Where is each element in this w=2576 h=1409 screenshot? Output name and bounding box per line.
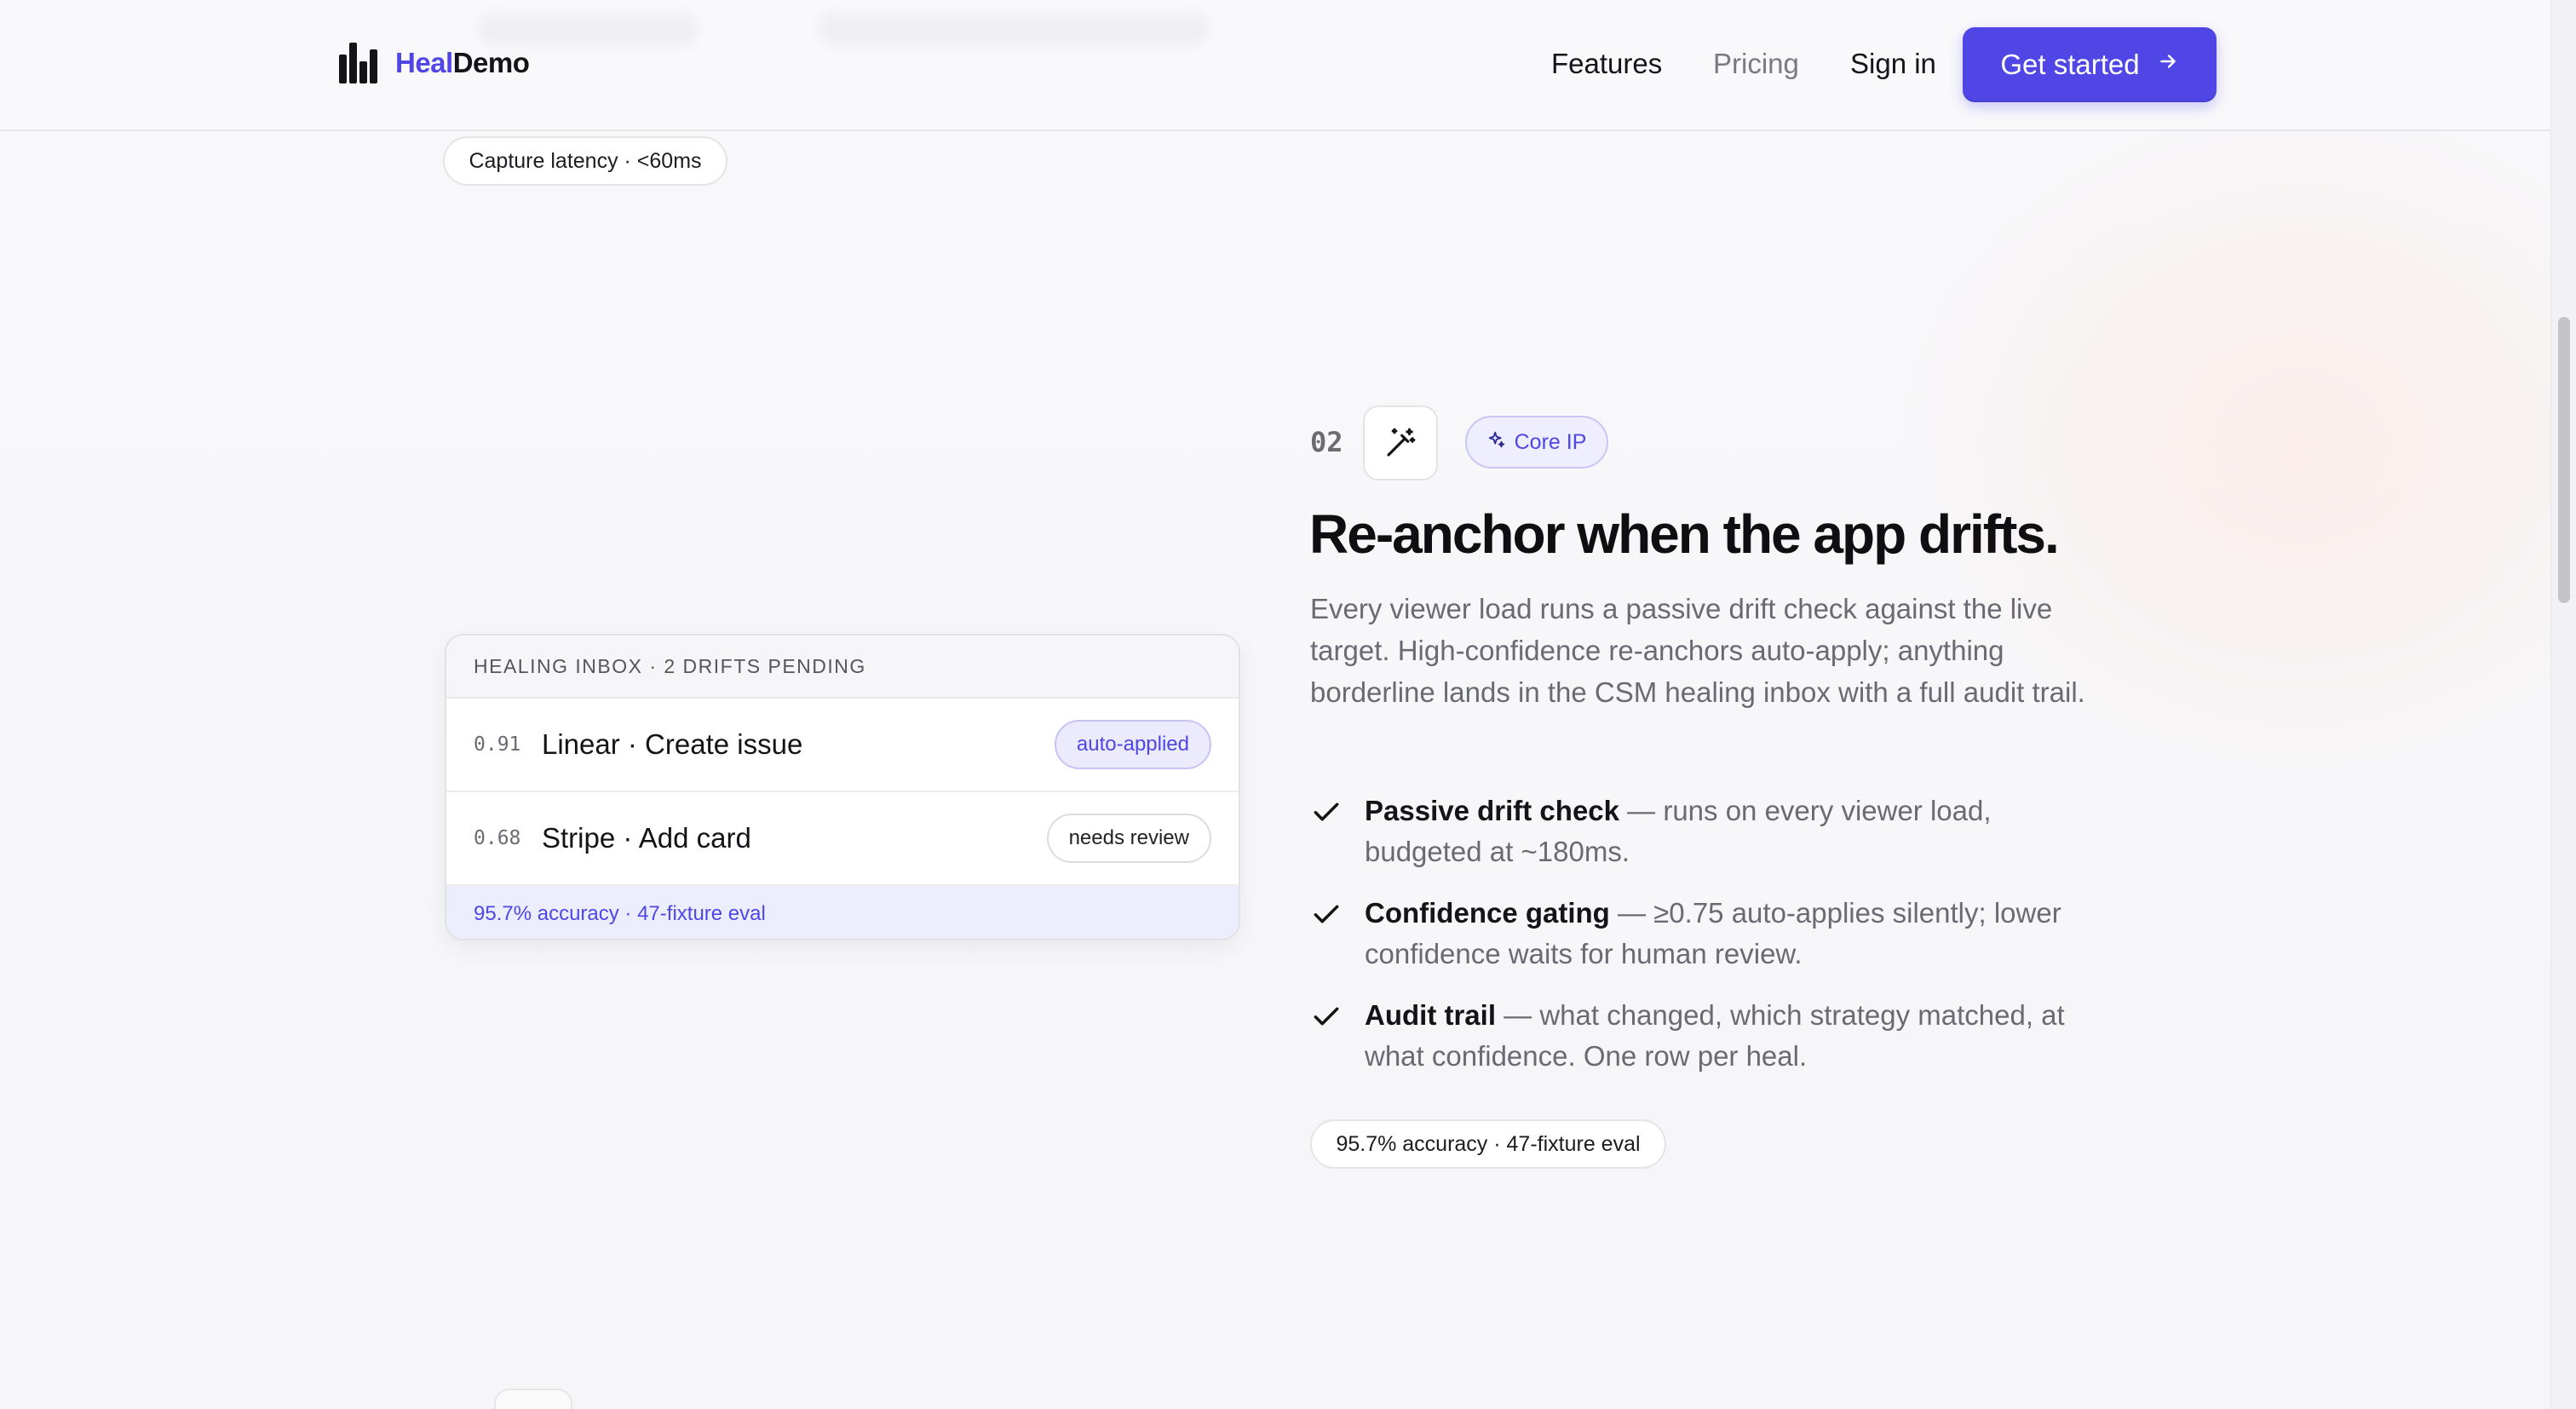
brand-name: HealDemo xyxy=(395,47,530,79)
capture-latency-chip: Capture latency · <60ms xyxy=(443,136,727,186)
feature-title: Audit trail xyxy=(1365,999,1496,1031)
step-number: 02 xyxy=(1310,426,1343,458)
healing-inbox-card: HEALING INBOX · 2 DRIFTS PENDING 0.91 Li… xyxy=(445,634,1240,940)
status-badge: auto-applied xyxy=(1054,720,1211,769)
get-started-label: Get started xyxy=(2000,49,2140,80)
drift-label: Linear · Create issue xyxy=(542,728,803,760)
brand-logo[interactable]: HealDemo xyxy=(339,43,530,83)
brand-name-part2: Demo xyxy=(452,47,530,78)
scrolled-content-ghost xyxy=(818,12,1210,46)
page-scrollbar[interactable] xyxy=(2550,0,2576,1409)
accuracy-chip: 95.7% accuracy · 47-fixture eval xyxy=(1310,1119,1666,1169)
nav-pricing-link[interactable]: Pricing xyxy=(1713,48,1799,80)
section-description: Every viewer load runs a passive drift c… xyxy=(1310,593,2085,708)
logo-bars-icon xyxy=(339,43,378,83)
inbox-row[interactable]: 0.68 Stripe · Add card needs review xyxy=(446,792,1239,886)
inbox-row[interactable]: 0.91 Linear · Create issue auto-applied xyxy=(446,699,1239,792)
feature-item: Passive drift check — runs on every view… xyxy=(1310,791,2111,872)
arrow-right-icon xyxy=(2157,50,2179,79)
feature-item: Confidence gating — ≥0.75 auto-applies s… xyxy=(1310,893,2111,975)
check-icon xyxy=(1310,791,1365,872)
section-title: Re-anchor when the app drifts. xyxy=(1309,503,2060,565)
drift-label: Stripe · Add card xyxy=(542,822,751,854)
core-ip-badge: Core IP xyxy=(1465,416,1608,469)
feature-title: Passive drift check xyxy=(1365,795,1619,826)
magic-wand-icon xyxy=(1363,405,1438,480)
sign-in-link[interactable]: Sign in xyxy=(1850,48,1936,80)
sparkle-icon xyxy=(1487,430,1506,454)
status-badge: needs review xyxy=(1046,814,1211,863)
inbox-footer: 95.7% accuracy · 47-fixture eval xyxy=(446,886,1239,939)
confidence-score: 0.91 xyxy=(474,733,521,756)
core-ip-label: Core IP xyxy=(1514,429,1587,454)
next-section-icon-box xyxy=(494,1389,572,1409)
get-started-button[interactable]: Get started xyxy=(1963,27,2217,102)
top-navigation: HealDemo Features Pricing Sign in Get st… xyxy=(0,0,2550,131)
brand-name-part1: Heal xyxy=(395,47,453,78)
confidence-score: 0.68 xyxy=(474,827,521,849)
scrollbar-thumb[interactable] xyxy=(2558,317,2570,603)
inbox-header: HEALING INBOX · 2 DRIFTS PENDING xyxy=(446,635,1239,699)
nav-features-link[interactable]: Features xyxy=(1551,48,1662,80)
check-icon xyxy=(1310,995,1365,1077)
feature-item: Audit trail — what changed, which strate… xyxy=(1310,995,2111,1077)
check-icon xyxy=(1310,893,1365,975)
page-background xyxy=(0,0,2576,1409)
scrolled-content-ghost xyxy=(477,12,699,46)
feature-title: Confidence gating xyxy=(1365,897,1610,929)
